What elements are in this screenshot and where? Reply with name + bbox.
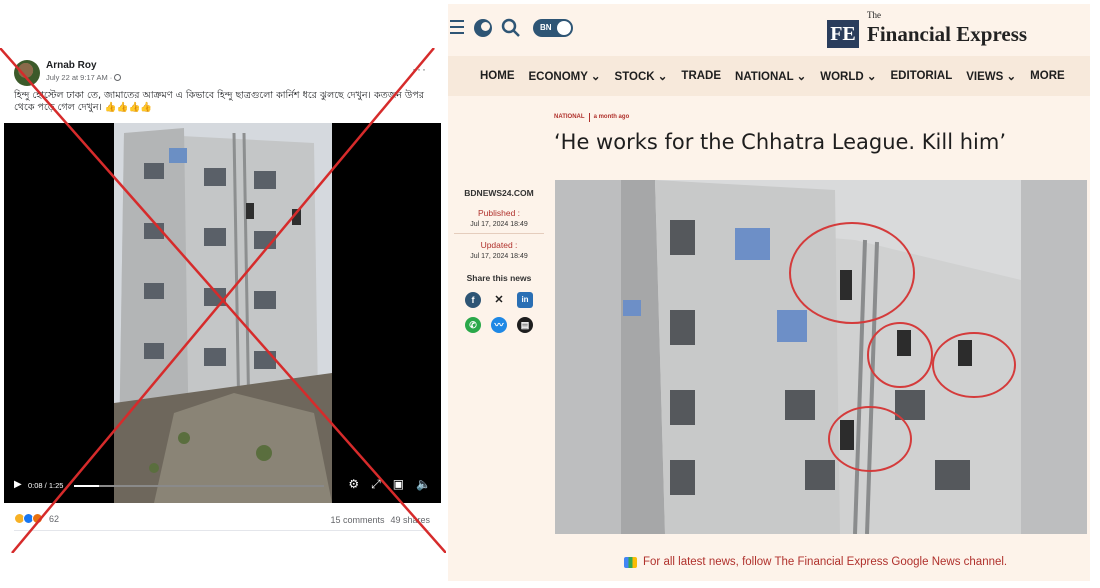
video-progress-fill	[74, 485, 99, 487]
language-toggle-label: BN	[540, 23, 552, 32]
expand-icon[interactable]: ⤢	[371, 477, 381, 492]
x-icon[interactable]: ✕	[491, 292, 507, 308]
globe-icon	[114, 74, 122, 81]
reaction-count: 62	[49, 513, 60, 524]
reaction-summary[interactable]: 62	[14, 513, 59, 524]
logo-the: The	[867, 10, 881, 20]
article-meta-sidebar: BDNEWS24.COM Published : Jul 17, 2024 18…	[454, 188, 544, 333]
share-row-2: ✆ 〰 ▤	[454, 317, 544, 333]
nav-stock[interactable]: STOCK ⌄	[615, 69, 668, 83]
video-controls: ▶ 0:08 / 1:25 ⚙ ⤢ ▣ 🔈	[4, 469, 441, 503]
search-icon[interactable]	[500, 17, 522, 39]
video-player[interactable]: ▶ 0:08 / 1:25 ⚙ ⤢ ▣ 🔈	[4, 123, 441, 503]
share-row-1: f ✕ in	[454, 292, 544, 308]
google-news-promo-text: For all latest news, follow The Financia…	[643, 556, 1008, 568]
facebook-post: Arnab Roy July 22 at 9:17 AM · ··· হিন্দ…	[0, 48, 446, 548]
hamburger-menu-icon[interactable]	[450, 20, 464, 34]
financial-express-page: BN FE The Financial Express HOME ECONOMY…	[448, 4, 1090, 581]
mute-icon[interactable]: 🔈	[416, 477, 431, 492]
category-link[interactable]: NATIONAL	[554, 114, 585, 122]
video-control-icons: ⚙ ⤢ ▣ 🔈	[348, 477, 431, 492]
article-source: BDNEWS24.COM	[464, 188, 534, 198]
category-time: a month ago	[593, 114, 630, 120]
pip-icon[interactable]: ▣	[393, 477, 404, 492]
dark-mode-icon[interactable]	[474, 19, 492, 37]
print-icon[interactable]: ▤	[517, 317, 533, 333]
main-navigation: HOME ECONOMY ⌄ STOCK ⌄ TRADE NATIONAL ⌄ …	[448, 56, 1090, 96]
google-news-promo[interactable]: For all latest news, follow The Financia…	[624, 556, 1007, 568]
post-timestamp[interactable]: July 22 at 9:17 AM ·	[46, 73, 122, 82]
building-video-still	[114, 123, 332, 503]
share-label: Share this news	[466, 273, 532, 283]
article-category: NATIONAL a month ago	[554, 113, 630, 122]
nav-views[interactable]: VIEWS ⌄	[966, 69, 1016, 83]
video-timecode: 0:08 / 1:25	[28, 481, 64, 490]
post-timestamp-text: July 22 at 9:17 AM ·	[46, 73, 115, 82]
nav-home[interactable]: HOME	[480, 70, 515, 82]
nav-trade[interactable]: TRADE	[681, 70, 721, 82]
annotated-building-image	[555, 180, 1087, 534]
language-toggle[interactable]: BN	[533, 19, 573, 37]
facebook-icon[interactable]: f	[465, 292, 481, 308]
nav-national[interactable]: NATIONAL ⌄	[735, 69, 806, 83]
nav-editorial[interactable]: EDITORIAL	[891, 70, 953, 82]
nav-more[interactable]: MORE	[1030, 70, 1065, 82]
logo-name: Financial Express	[867, 22, 1028, 46]
avatar[interactable]	[14, 60, 40, 86]
play-icon[interactable]: ▶	[14, 479, 22, 490]
comments-count[interactable]: 15 comments	[330, 515, 384, 525]
more-options-button[interactable]: ···	[412, 62, 427, 76]
logo-mark: FE	[827, 20, 859, 48]
settings-icon[interactable]: ⚙	[348, 477, 359, 492]
google-news-icon	[624, 556, 637, 568]
linkedin-icon[interactable]: in	[517, 292, 533, 308]
published-date: Jul 17, 2024 18:49	[454, 221, 544, 234]
nav-economy[interactable]: ECONOMY ⌄	[529, 69, 601, 83]
category-separator	[588, 113, 590, 122]
shares-count[interactable]: 49 shares	[390, 515, 430, 525]
whatsapp-icon[interactable]: ✆	[465, 317, 481, 333]
updated-label: Updated :	[480, 240, 518, 250]
post-text: হিন্দু হোস্টেল ঢাকা তে, জামাতের আক্রমণ এ…	[14, 90, 424, 113]
divider	[14, 530, 430, 531]
post-stats: 15 comments 49 shares	[330, 515, 430, 525]
video-progress-bar[interactable]	[74, 485, 324, 487]
video-frame	[114, 123, 332, 503]
site-header: BN FE The Financial Express	[448, 4, 1090, 56]
toggle-knob	[557, 21, 571, 35]
messenger-icon[interactable]: 〰	[491, 317, 507, 333]
angry-reaction-icon	[32, 513, 43, 524]
article-image[interactable]	[555, 180, 1087, 534]
site-logo[interactable]: FE The Financial Express	[827, 8, 1027, 48]
nav-world[interactable]: WORLD ⌄	[820, 69, 876, 83]
post-author[interactable]: Arnab Roy	[46, 60, 97, 71]
article-headline: ‘He works for the Chhatra League. Kill h…	[554, 130, 1007, 154]
updated-date: Jul 17, 2024 18:49	[470, 253, 528, 260]
published-label: Published :	[477, 208, 521, 218]
